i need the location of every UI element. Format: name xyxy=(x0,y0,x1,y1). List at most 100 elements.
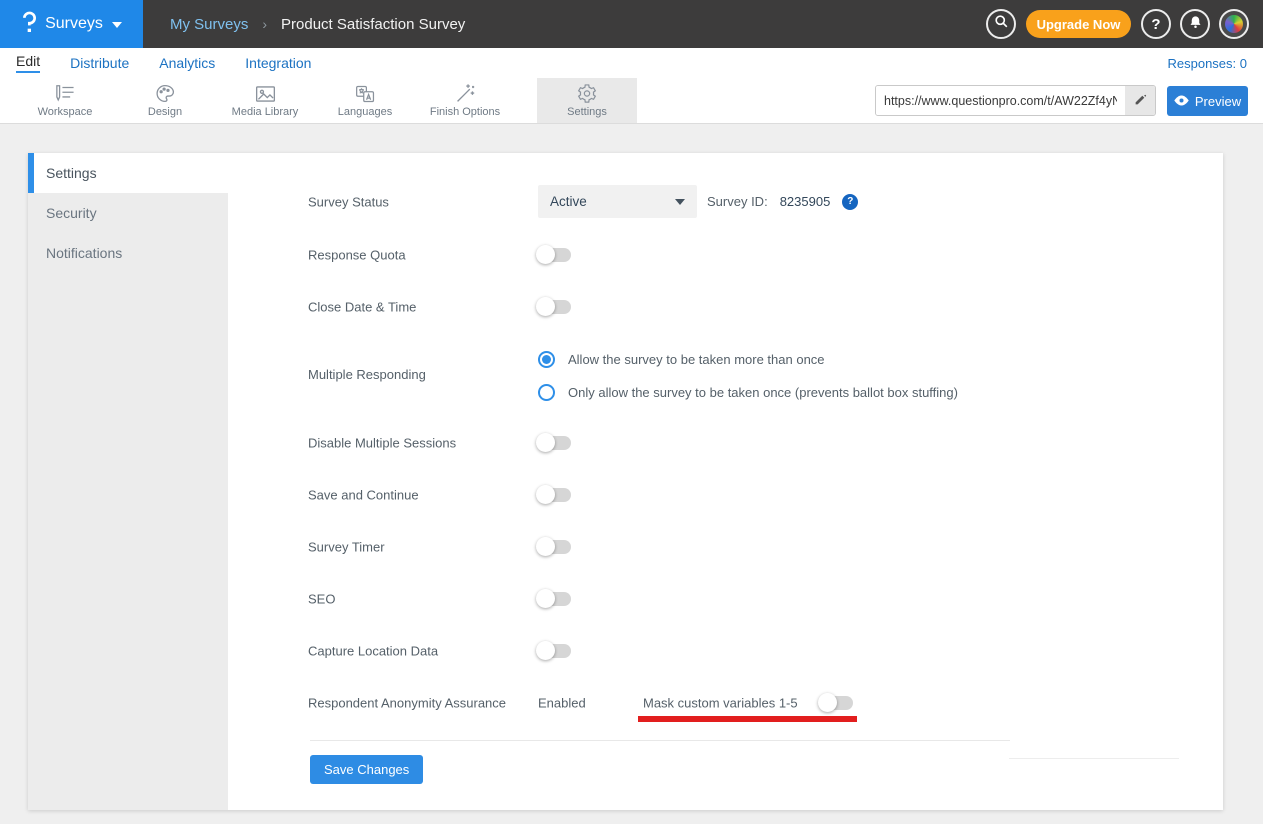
toolbar-label: Languages xyxy=(338,106,392,118)
survey-timer-row: Survey Timer xyxy=(28,530,1223,564)
help-button[interactable]: ? xyxy=(1141,9,1171,39)
settings-panel: Settings Security Notifications Survey S… xyxy=(28,153,1223,810)
preview-button[interactable]: Preview xyxy=(1167,86,1248,116)
response-quota-row: Response Quota xyxy=(28,238,1223,272)
highlight-underline xyxy=(638,716,857,722)
capture-location-toggle[interactable] xyxy=(538,644,571,658)
avatar-logo-icon xyxy=(1225,15,1243,33)
toggle-knob xyxy=(536,297,555,316)
pencil-icon xyxy=(1134,93,1147,109)
toggle-knob xyxy=(536,641,555,660)
breadcrumb: My Surveys › Product Satisfaction Survey xyxy=(170,0,465,48)
page-title: Product Satisfaction Survey xyxy=(281,16,465,33)
toolbar-item-workspace[interactable]: Workspace xyxy=(15,78,115,123)
tab-analytics[interactable]: Analytics xyxy=(159,55,215,71)
response-quota-toggle[interactable] xyxy=(538,248,571,262)
breadcrumb-separator: › xyxy=(262,16,267,32)
section-nav: Edit Distribute Analytics Integration Re… xyxy=(0,48,1263,78)
translate-icon xyxy=(354,84,377,104)
toggle-knob xyxy=(536,485,555,504)
toolbar-label: Media Library xyxy=(232,106,299,118)
seo-row: SEO xyxy=(28,582,1223,616)
radio-unselected-icon[interactable] xyxy=(538,384,555,401)
anonymity-row: Respondent Anonymity Assurance Enabled M… xyxy=(28,686,1223,720)
toolbar-item-finish-options[interactable]: Finish Options xyxy=(415,78,515,123)
toolbar-item-design[interactable]: Design xyxy=(115,78,215,123)
tab-distribute[interactable]: Distribute xyxy=(70,55,129,71)
questionpro-logo-icon xyxy=(21,10,36,39)
survey-timer-toggle[interactable] xyxy=(538,540,571,554)
edit-toolbar: Workspace Design Media Library xyxy=(0,78,1263,124)
eye-icon xyxy=(1174,94,1189,109)
tab-edit[interactable]: Edit xyxy=(16,53,40,73)
close-date-row: Close Date & Time xyxy=(28,290,1223,324)
breadcrumb-my-surveys[interactable]: My Surveys xyxy=(170,16,248,33)
bell-icon xyxy=(1188,14,1203,35)
toolbar-label: Workspace xyxy=(38,106,93,118)
user-avatar[interactable] xyxy=(1219,9,1249,39)
save-changes-button[interactable]: Save Changes xyxy=(310,755,423,784)
search-icon xyxy=(994,14,1009,34)
toolbar-item-settings[interactable]: Settings xyxy=(537,78,637,123)
toolbar-item-media-library[interactable]: Media Library xyxy=(215,78,315,123)
search-button[interactable] xyxy=(986,9,1016,39)
survey-timer-label: Survey Timer xyxy=(308,540,385,555)
preview-label: Preview xyxy=(1195,94,1241,109)
product-switcher[interactable]: Surveys xyxy=(0,0,143,48)
radio-option-once[interactable]: Only allow the survey to be taken once (… xyxy=(538,376,958,409)
radio-option-label: Only allow the survey to be taken once (… xyxy=(568,385,958,400)
survey-url-field xyxy=(875,85,1156,116)
multiple-responding-row: Multiple Responding Allow the survey to … xyxy=(28,343,1223,409)
toggle-knob xyxy=(818,693,837,712)
upgrade-now-button[interactable]: Upgrade Now xyxy=(1026,10,1131,38)
close-date-label: Close Date & Time xyxy=(308,300,416,315)
question-mark-icon: ? xyxy=(1151,16,1160,33)
gear-icon xyxy=(576,83,598,104)
survey-url-input[interactable] xyxy=(876,86,1125,115)
chevron-down-icon xyxy=(112,22,122,28)
save-continue-label: Save and Continue xyxy=(308,488,419,503)
toolbar-item-languages[interactable]: Languages xyxy=(315,78,415,123)
responses-count[interactable]: Responses: 0 xyxy=(1168,48,1248,78)
toggle-knob xyxy=(536,433,555,452)
sidebar-item-label: Settings xyxy=(46,165,97,181)
product-label: Surveys xyxy=(45,15,103,33)
toolbar-label: Finish Options xyxy=(430,106,500,118)
anonymity-status: Enabled xyxy=(538,696,586,711)
seo-label: SEO xyxy=(308,592,335,607)
capture-location-row: Capture Location Data xyxy=(28,634,1223,668)
notifications-button[interactable] xyxy=(1180,9,1210,39)
app-header: Surveys My Surveys › Product Satisfactio… xyxy=(0,0,1263,48)
toggle-knob xyxy=(536,245,555,264)
disable-sessions-row: Disable Multiple Sessions xyxy=(28,426,1223,460)
toolbar-label: Design xyxy=(148,106,182,118)
edit-url-button[interactable] xyxy=(1125,86,1155,115)
survey-status-value: Active xyxy=(550,194,587,209)
response-quota-label: Response Quota xyxy=(308,248,406,263)
survey-id-group: Survey ID: 8235905 ? xyxy=(707,185,858,218)
save-continue-toggle[interactable] xyxy=(538,488,571,502)
mask-variables-label: Mask custom variables 1-5 xyxy=(643,696,798,711)
seo-toggle[interactable] xyxy=(538,592,571,606)
radio-selected-icon[interactable] xyxy=(538,351,555,368)
toggle-knob xyxy=(536,537,555,556)
magic-wand-icon xyxy=(454,83,476,104)
save-continue-row: Save and Continue xyxy=(28,478,1223,512)
multiple-responding-label: Multiple Responding xyxy=(308,367,426,382)
anonymity-label: Respondent Anonymity Assurance xyxy=(308,696,506,711)
workspace-icon xyxy=(53,83,77,104)
disable-sessions-toggle[interactable] xyxy=(538,436,571,450)
close-date-toggle[interactable] xyxy=(538,300,571,314)
mask-variables-toggle[interactable] xyxy=(820,696,853,710)
tab-integration[interactable]: Integration xyxy=(245,55,311,71)
palette-icon xyxy=(154,83,176,104)
disable-sessions-label: Disable Multiple Sessions xyxy=(308,436,456,451)
survey-status-select[interactable]: Active xyxy=(538,185,697,218)
survey-id-help-icon[interactable]: ? xyxy=(842,194,858,210)
survey-status-label: Survey Status xyxy=(308,195,389,210)
image-icon xyxy=(254,84,277,104)
radio-option-multiple[interactable]: Allow the survey to be taken more than o… xyxy=(538,343,825,376)
survey-status-row: Survey Status Active Survey ID: 8235905 … xyxy=(28,185,1223,219)
capture-location-label: Capture Location Data xyxy=(308,644,438,659)
toggle-knob xyxy=(536,589,555,608)
